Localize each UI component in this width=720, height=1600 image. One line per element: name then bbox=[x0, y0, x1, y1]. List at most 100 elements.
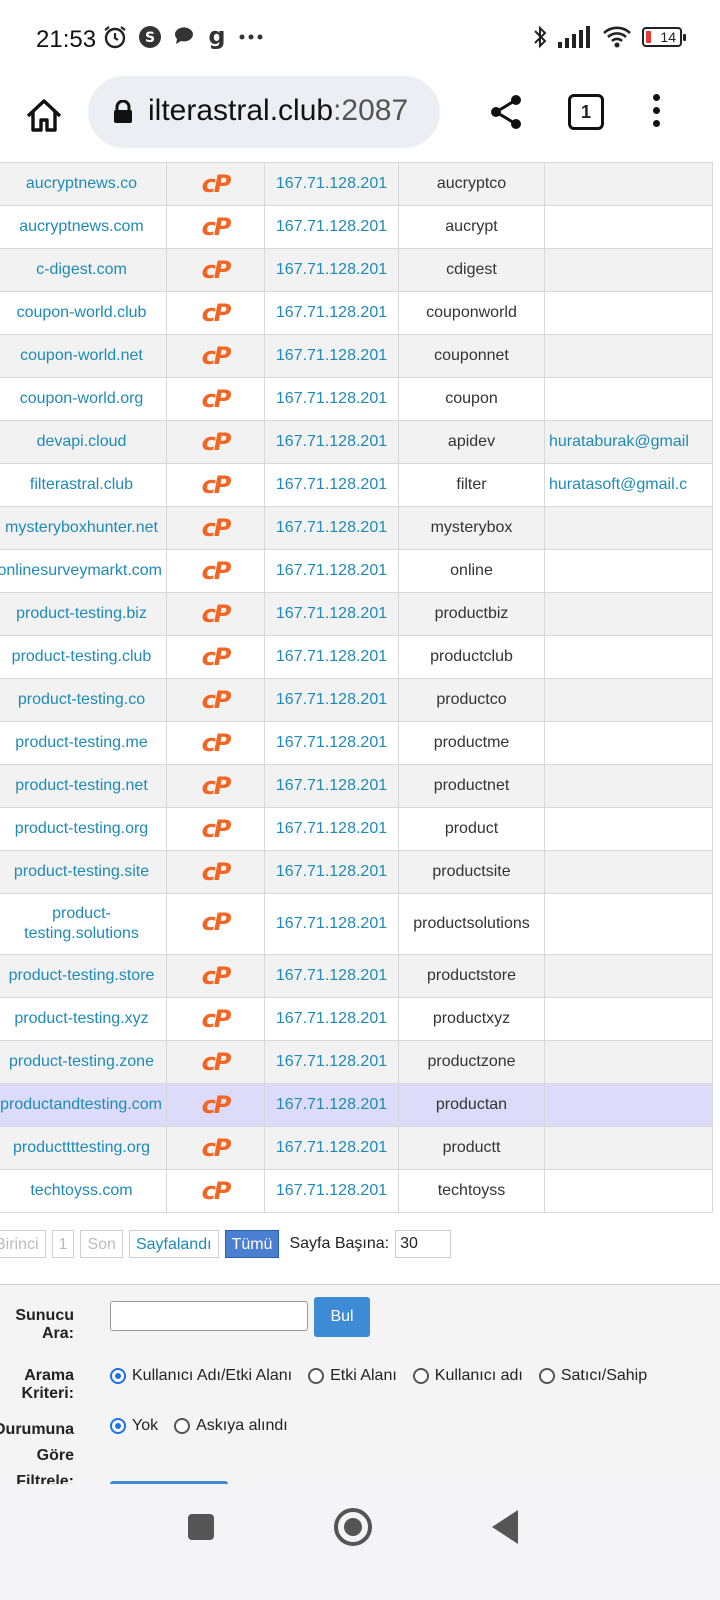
filter-option[interactable]: Yok bbox=[110, 1417, 158, 1435]
page-1-button[interactable]: 1 bbox=[51, 1230, 75, 1258]
domain-link[interactable]: filterastral.club bbox=[30, 476, 133, 494]
domain-link[interactable]: productandtesting.com bbox=[0, 1096, 162, 1114]
ip-cell[interactable]: 167.71.128.201 bbox=[264, 463, 399, 507]
per-page-input[interactable]: 30 bbox=[395, 1230, 452, 1258]
cpanel-logo-icon[interactable]: cP bbox=[202, 385, 232, 413]
ip-cell[interactable]: 167.71.128.201 bbox=[264, 1169, 399, 1213]
ip-cell[interactable]: 167.71.128.201 bbox=[264, 377, 399, 421]
cpanel-logo-icon[interactable]: cP bbox=[202, 170, 232, 198]
ip-cell[interactable]: 167.71.128.201 bbox=[264, 997, 399, 1041]
tab-switcher-button[interactable]: 1 bbox=[568, 94, 604, 130]
cpanel-logo-icon[interactable]: cP bbox=[202, 600, 232, 628]
cpanel-logo-icon[interactable]: cP bbox=[202, 514, 232, 542]
domain-link[interactable]: product-testing.solutions bbox=[1, 904, 162, 944]
cpanel-logo-icon[interactable]: cP bbox=[202, 1048, 232, 1076]
ip-cell[interactable]: 167.71.128.201 bbox=[264, 334, 399, 378]
show-all-button[interactable]: Tümü bbox=[224, 1230, 280, 1258]
radio-button[interactable] bbox=[110, 1418, 126, 1434]
cpanel-logo-icon[interactable]: cP bbox=[202, 299, 232, 327]
domain-link[interactable]: devapi.cloud bbox=[37, 433, 127, 451]
first-page-button[interactable]: Birinci bbox=[0, 1230, 46, 1258]
domain-link[interactable]: product-testing.co bbox=[18, 691, 145, 709]
share-icon[interactable] bbox=[486, 92, 526, 132]
domain-link[interactable]: product-testing.xyz bbox=[14, 1010, 148, 1028]
cpanel-logo-icon[interactable]: cP bbox=[202, 772, 232, 800]
ip-cell[interactable]: 167.71.128.201 bbox=[264, 764, 399, 808]
cpanel-logo-icon[interactable]: cP bbox=[202, 1134, 232, 1162]
domain-link[interactable]: product-testing.org bbox=[15, 820, 148, 838]
domain-link[interactable]: producttttesting.org bbox=[13, 1139, 150, 1157]
ip-cell[interactable]: 167.71.128.201 bbox=[264, 420, 399, 464]
email-cell[interactable]: huratasoft@gmail.c bbox=[544, 463, 713, 507]
cpanel-logo-icon[interactable]: cP bbox=[202, 643, 232, 671]
ip-cell[interactable]: 167.71.128.201 bbox=[264, 248, 399, 292]
filter-option[interactable]: Askıya alındı bbox=[174, 1417, 288, 1435]
ip-cell[interactable]: 167.71.128.201 bbox=[264, 291, 399, 335]
ip-cell[interactable]: 167.71.128.201 bbox=[264, 954, 399, 998]
search-button[interactable]: Bul bbox=[314, 1297, 370, 1337]
search-input[interactable] bbox=[110, 1301, 308, 1331]
criteria-option[interactable]: Etki Alanı bbox=[308, 1367, 397, 1385]
home-icon[interactable] bbox=[22, 94, 66, 138]
cpanel-logo-icon[interactable]: cP bbox=[202, 815, 232, 843]
domain-link[interactable]: product-testing.zone bbox=[9, 1053, 154, 1071]
domain-link[interactable]: aucryptnews.com bbox=[19, 218, 144, 236]
cpanel-logo-icon[interactable]: cP bbox=[202, 256, 232, 284]
ip-cell[interactable]: 167.71.128.201 bbox=[264, 678, 399, 722]
domain-link[interactable]: mysteryboxhunter.net bbox=[5, 519, 158, 537]
ip-cell[interactable]: 167.71.128.201 bbox=[264, 893, 399, 955]
ip-cell[interactable]: 167.71.128.201 bbox=[264, 506, 399, 550]
home-circle-icon[interactable] bbox=[334, 1508, 372, 1546]
ip-cell[interactable]: 167.71.128.201 bbox=[264, 1126, 399, 1170]
radio-button[interactable] bbox=[174, 1418, 191, 1434]
criteria-option[interactable]: Satıcı/Sahip bbox=[538, 1367, 647, 1385]
domain-link[interactable]: product-testing.site bbox=[14, 863, 149, 881]
domain-link[interactable]: product-testing.me bbox=[15, 734, 148, 752]
cpanel-logo-icon[interactable]: cP bbox=[202, 471, 232, 499]
url-text[interactable]: ilterastral.club:2087 bbox=[148, 94, 408, 128]
cpanel-logo-icon[interactable]: cP bbox=[202, 729, 232, 757]
paginated-button[interactable]: Sayfalandı bbox=[128, 1230, 219, 1258]
ip-cell[interactable]: 167.71.128.201 bbox=[264, 635, 399, 679]
back-icon[interactable] bbox=[492, 1510, 518, 1544]
ip-cell[interactable]: 167.71.128.201 bbox=[264, 850, 399, 894]
domain-link[interactable]: coupon-world.org bbox=[20, 390, 144, 408]
ip-cell[interactable]: 167.71.128.201 bbox=[264, 1040, 399, 1084]
criteria-option[interactable]: Kullanıcı Adı/Etki Alanı bbox=[110, 1367, 292, 1385]
ip-cell[interactable]: 167.71.128.201 bbox=[264, 162, 399, 206]
cpanel-logo-icon[interactable]: cP bbox=[202, 858, 232, 886]
domain-link[interactable]: onlinesurveymarkt.com bbox=[0, 562, 162, 580]
ip-cell[interactable]: 167.71.128.201 bbox=[264, 807, 399, 851]
domain-link[interactable]: techtoyss.com bbox=[30, 1182, 132, 1200]
domain-link[interactable]: product-testing.club bbox=[12, 648, 152, 666]
overflow-menu-icon[interactable] bbox=[650, 94, 662, 130]
ip-cell[interactable]: 167.71.128.201 bbox=[264, 721, 399, 765]
radio-button[interactable] bbox=[110, 1368, 126, 1384]
email-cell[interactable]: hurataburak@gmail bbox=[544, 420, 713, 464]
cpanel-logo-icon[interactable]: cP bbox=[202, 962, 232, 990]
domain-link[interactable]: product-testing.store bbox=[9, 967, 155, 985]
cpanel-logo-icon[interactable]: cP bbox=[202, 1177, 232, 1205]
cpanel-logo-icon[interactable]: cP bbox=[202, 908, 232, 936]
cpanel-logo-icon[interactable]: cP bbox=[202, 1091, 232, 1119]
radio-button[interactable] bbox=[538, 1368, 555, 1384]
ip-cell[interactable]: 167.71.128.201 bbox=[264, 1083, 399, 1127]
domain-link[interactable]: coupon-world.net bbox=[20, 347, 143, 365]
domain-link[interactable]: aucryptnews.co bbox=[26, 175, 137, 193]
cpanel-logo-icon[interactable]: cP bbox=[202, 1005, 232, 1033]
url-bar[interactable]: ilterastral.club:2087 bbox=[88, 76, 440, 148]
domain-link[interactable]: product-testing.net bbox=[15, 777, 148, 795]
ip-cell[interactable]: 167.71.128.201 bbox=[264, 592, 399, 636]
cpanel-logo-icon[interactable]: cP bbox=[202, 213, 232, 241]
domain-link[interactable]: coupon-world.club bbox=[17, 304, 147, 322]
recent-apps-icon[interactable] bbox=[188, 1514, 214, 1540]
cpanel-logo-icon[interactable]: cP bbox=[202, 342, 232, 370]
cpanel-logo-icon[interactable]: cP bbox=[202, 557, 232, 585]
domain-link[interactable]: product-testing.biz bbox=[16, 605, 147, 623]
cpanel-logo-icon[interactable]: cP bbox=[202, 428, 232, 456]
domain-link[interactable]: c-digest.com bbox=[36, 261, 127, 279]
last-page-button[interactable]: Son bbox=[80, 1230, 123, 1258]
criteria-option[interactable]: Kullanıcı adı bbox=[412, 1367, 523, 1385]
ip-cell[interactable]: 167.71.128.201 bbox=[264, 549, 399, 593]
ip-cell[interactable]: 167.71.128.201 bbox=[264, 205, 399, 249]
